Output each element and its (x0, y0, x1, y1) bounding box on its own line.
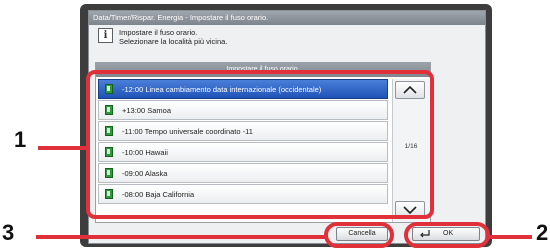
info-icon: i (98, 28, 113, 43)
message-line-2: Selezionare la località più vicina. (119, 37, 228, 46)
callout-line-list (38, 146, 88, 150)
callout-line-cancel (36, 235, 326, 239)
cancel-highlight-ring (324, 222, 394, 248)
message-area: i Impostare il fuso orario. Selezionare … (89, 25, 485, 55)
message-text: Impostare il fuso orario. Selezionare la… (119, 28, 227, 46)
list-highlight-ring (86, 70, 434, 219)
message-line-1: Impostare il fuso orario. (119, 28, 198, 37)
callout-line-ok (488, 235, 532, 239)
callout-number-ok: 2 (536, 220, 549, 245)
callout-number-list: 1 (14, 127, 27, 152)
callout-number-cancel: 3 (2, 220, 15, 245)
ok-highlight-ring (404, 222, 490, 248)
window-title: Data/Timer/Rispar. Energia - Impostare i… (89, 11, 485, 25)
